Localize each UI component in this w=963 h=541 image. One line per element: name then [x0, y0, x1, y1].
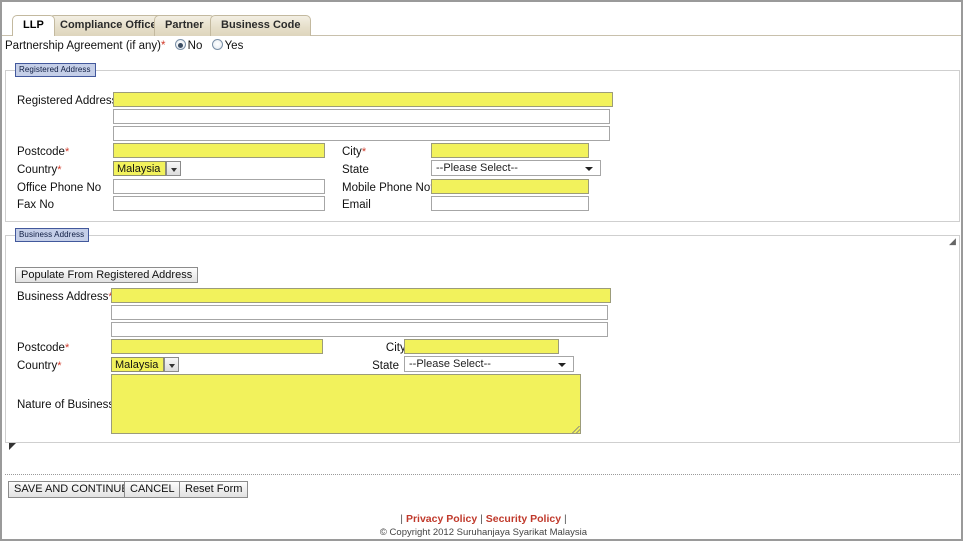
input-registered-mobile-phone[interactable]: [431, 179, 589, 194]
tab-business-code[interactable]: Business Code: [210, 15, 312, 36]
select-business-country[interactable]: Malaysia: [111, 357, 179, 372]
radio-partnership-yes-label: Yes: [224, 40, 244, 52]
label-business-city: City*: [385, 342, 410, 354]
footer-pipe-right: |: [563, 513, 567, 525]
select-business-state[interactable]: --Please Select--: [404, 356, 574, 372]
save-and-continue-button[interactable]: SAVE AND CONTINUE: [8, 481, 135, 498]
partnership-required-mark: *: [160, 40, 166, 52]
registered-address-section: Registered Address Registered Address* P…: [5, 63, 960, 222]
input-registered-postcode[interactable]: [113, 143, 325, 158]
label-registered-office-phone: Office Phone No: [17, 182, 102, 194]
privacy-policy-link[interactable]: Privacy Policy: [406, 513, 477, 525]
label-registered-address: Registered Address*: [17, 95, 122, 107]
label-registered-fax: Fax No: [17, 199, 55, 211]
populate-from-registered-address-button[interactable]: Populate From Registered Address: [15, 267, 199, 283]
footer-pipe-left: |: [400, 513, 404, 525]
select-business-country-value: Malaysia: [115, 359, 159, 371]
input-business-city[interactable]: [404, 339, 559, 354]
input-registered-address-line3[interactable]: [113, 126, 610, 141]
label-business-address: Business Address*: [17, 291, 113, 303]
footer-links: | Privacy Policy | Security Policy |: [2, 513, 961, 525]
registered-address-legend: Registered Address: [15, 63, 96, 77]
label-registered-postcode: Postcode*: [17, 146, 70, 158]
footer-pipe-mid: |: [480, 513, 483, 525]
radio-partnership-no[interactable]: [174, 39, 186, 50]
input-business-address-line2[interactable]: [111, 305, 608, 320]
tab-bar: LLP Compliance Officer Partner Business …: [2, 15, 961, 36]
label-registered-email: Email: [342, 199, 371, 211]
section-resize-handle-icon[interactable]: [8, 438, 17, 450]
copyright-text: © Copyright 2012 Suruhanjaya Syarikat Ma…: [379, 527, 588, 538]
chevron-down-icon[interactable]: [164, 357, 179, 372]
input-business-address-line1[interactable]: [111, 288, 611, 303]
input-business-postcode[interactable]: [111, 339, 323, 354]
textarea-nature-of-business[interactable]: [111, 374, 581, 434]
partnership-agreement-label: Partnership Agreement (if any): [5, 40, 161, 52]
input-registered-address-line2[interactable]: [113, 109, 610, 124]
select-registered-country[interactable]: Malaysia: [113, 161, 181, 176]
resize-grip-icon[interactable]: ◢: [949, 237, 958, 246]
label-business-country: Country*: [17, 360, 62, 372]
tab-partner[interactable]: Partner: [154, 15, 215, 36]
input-registered-city[interactable]: [431, 143, 589, 158]
select-registered-state-value: --Please Select--: [436, 162, 518, 174]
label-registered-mobile-phone: Mobile Phone No*: [342, 182, 435, 194]
input-registered-address-line1[interactable]: [113, 92, 613, 107]
label-registered-city: City*: [342, 146, 367, 158]
actions-separator: [5, 474, 960, 475]
tab-llp[interactable]: LLP: [12, 15, 55, 36]
select-registered-country-value: Malaysia: [117, 163, 161, 175]
radio-partnership-no-label: No: [187, 40, 203, 52]
chevron-down-icon[interactable]: [166, 161, 181, 176]
select-business-state-value: --Please Select--: [409, 358, 491, 370]
label-registered-country: Country*: [17, 164, 62, 176]
label-business-state: State: [372, 360, 399, 372]
reset-form-button[interactable]: Reset Form: [179, 481, 249, 498]
label-business-postcode: Postcode*: [17, 342, 70, 354]
security-policy-link[interactable]: Security Policy: [486, 513, 561, 525]
label-registered-state: State: [342, 164, 369, 176]
input-registered-fax[interactable]: [113, 196, 325, 211]
business-address-section: Business Address ◢ Populate From Registe…: [5, 228, 960, 450]
page-root: LLP Compliance Officer Partner Business …: [0, 0, 963, 541]
cancel-button[interactable]: CANCEL: [124, 481, 181, 498]
input-business-address-line3[interactable]: [111, 322, 608, 337]
label-nature-of-business: Nature of Business*: [17, 399, 118, 411]
input-registered-email[interactable]: [431, 196, 589, 211]
partnership-agreement-row: Partnership Agreement (if any)* No Yes: [5, 39, 243, 52]
radio-partnership-yes[interactable]: [211, 39, 223, 50]
select-registered-state[interactable]: --Please Select--: [431, 160, 601, 176]
input-registered-office-phone[interactable]: [113, 179, 325, 194]
business-address-legend: Business Address: [15, 228, 90, 242]
